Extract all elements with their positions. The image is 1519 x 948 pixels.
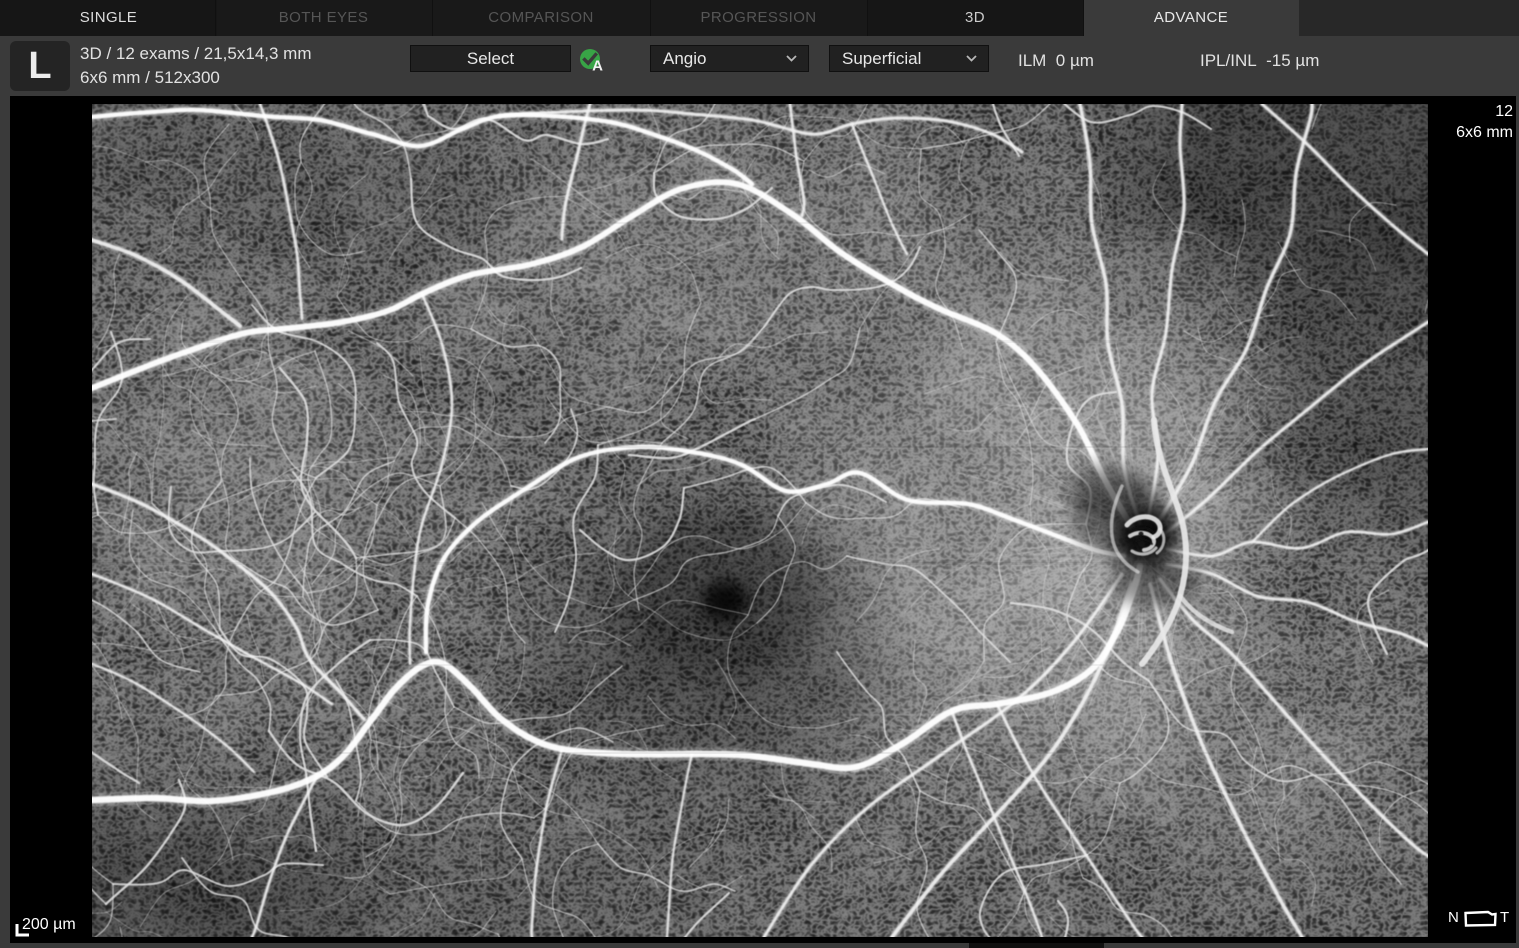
svg-text:A: A	[592, 58, 603, 74]
